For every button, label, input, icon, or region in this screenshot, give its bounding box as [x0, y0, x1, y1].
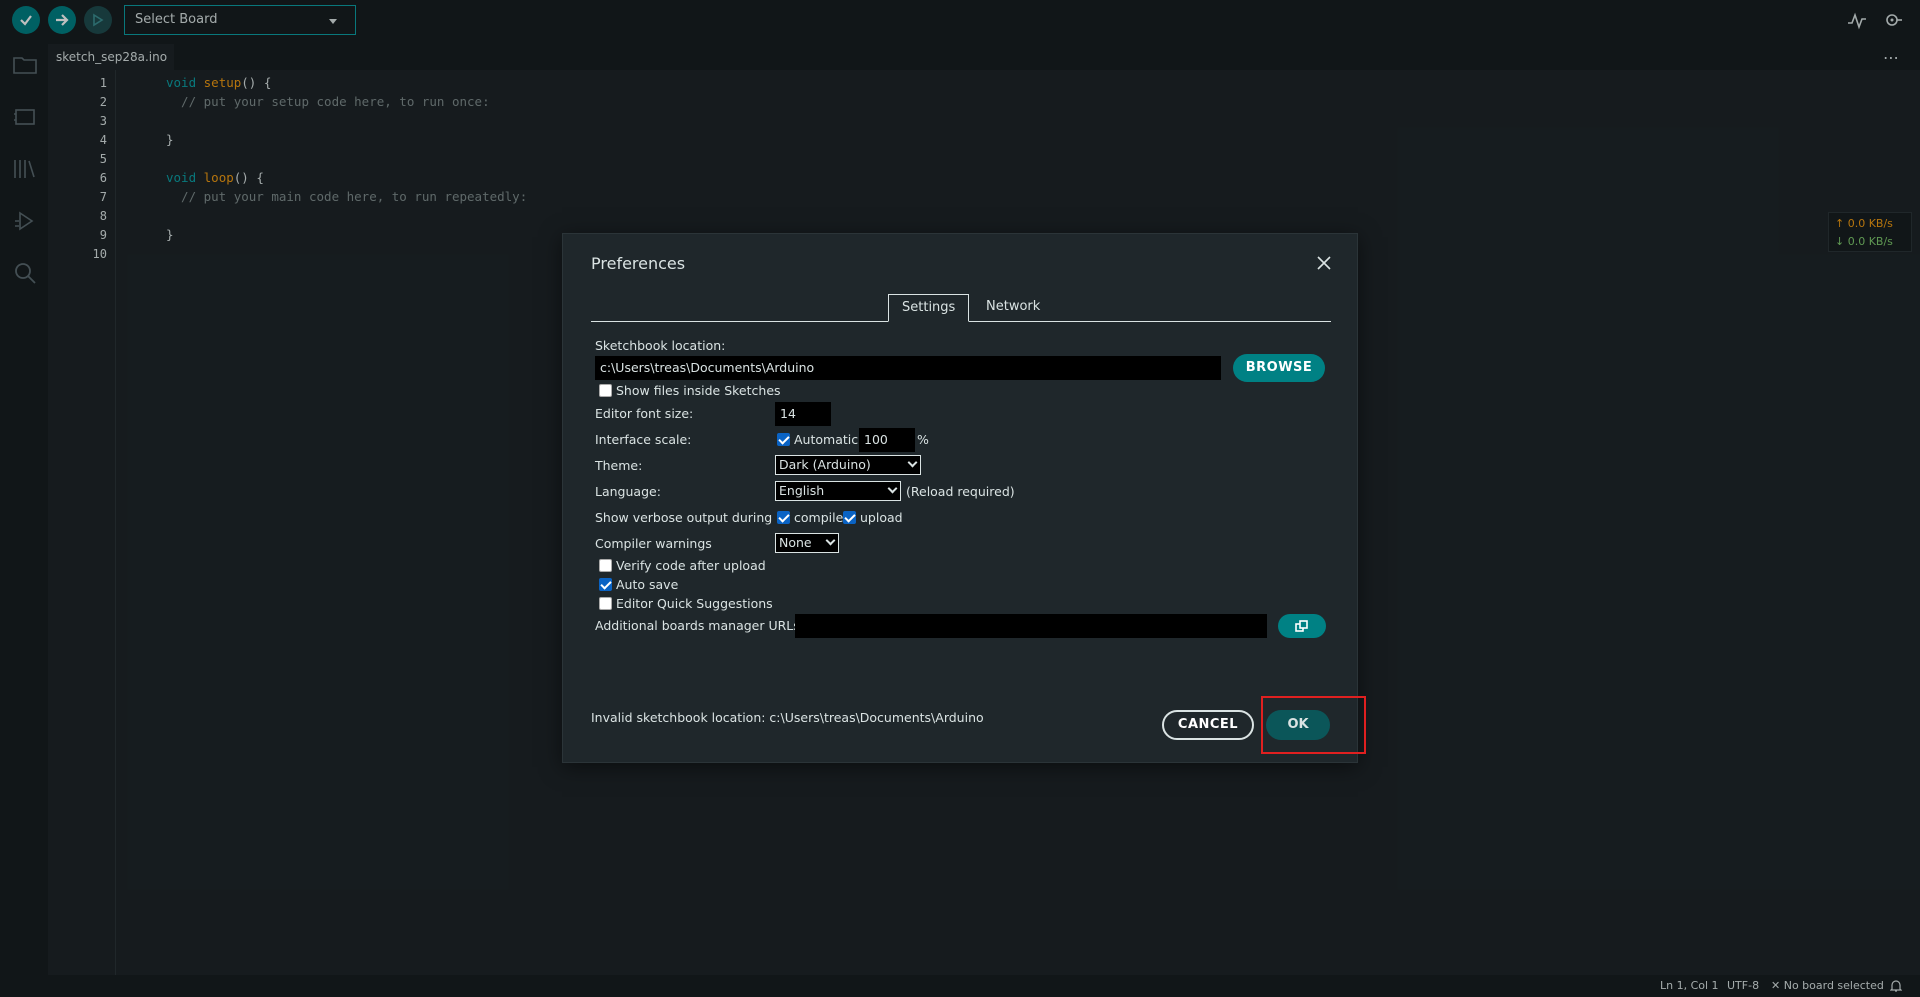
dialog-title: Preferences	[591, 254, 686, 273]
browse-button[interactable]: BROWSE	[1233, 354, 1325, 382]
language-select[interactable]: English	[775, 481, 901, 501]
quick-suggestions-checkbox[interactable]	[599, 597, 612, 610]
edit-urls-button[interactable]	[1278, 614, 1326, 638]
automatic-label: Automatic	[794, 432, 859, 447]
show-files-checkbox[interactable]	[599, 384, 612, 397]
auto-save-checkbox[interactable]	[599, 578, 612, 591]
show-files-label: Show files inside Sketches	[616, 383, 781, 398]
tab-settings[interactable]: Settings	[888, 294, 970, 322]
compiler-warnings-label: Compiler warnings	[595, 536, 712, 551]
compiler-warnings-select[interactable]: None	[775, 533, 839, 553]
compile-checkbox[interactable]	[777, 511, 790, 524]
language-label: Language:	[595, 484, 661, 499]
chevron-down-icon	[887, 483, 898, 494]
verify-after-upload-checkbox[interactable]	[599, 559, 612, 572]
theme-value: Dark (Arduino)	[779, 457, 871, 472]
upload-checkbox[interactable]	[843, 511, 856, 524]
tab-network[interactable]: Network	[973, 294, 1053, 322]
chevron-down-icon	[907, 457, 918, 468]
reload-note: (Reload required)	[906, 484, 1015, 499]
font-size-input[interactable]: 14	[775, 402, 831, 426]
percent-label: %	[917, 432, 929, 447]
theme-label: Theme:	[595, 458, 643, 473]
compile-label: compile	[794, 510, 844, 525]
scale-input[interactable]: 100	[859, 428, 915, 452]
language-value: English	[779, 483, 825, 498]
sketchbook-label: Sketchbook location:	[595, 338, 726, 353]
interface-scale-label: Interface scale:	[595, 432, 692, 447]
open-window-icon	[1295, 620, 1308, 632]
verify-after-upload-label: Verify code after upload	[616, 558, 766, 573]
close-icon[interactable]	[1315, 254, 1333, 272]
invalid-location-message: Invalid sketchbook location: c:\Users\tr…	[591, 710, 984, 725]
sketchbook-location-input[interactable]: c:\Users\treas\Documents\Arduino	[595, 356, 1221, 380]
automatic-scale-checkbox[interactable]	[777, 433, 790, 446]
compiler-warnings-value: None	[779, 535, 812, 550]
chevron-down-icon	[825, 535, 836, 546]
preferences-dialog: Preferences Settings Network Sketchbook …	[562, 233, 1358, 763]
cancel-button[interactable]: CANCEL	[1162, 710, 1254, 740]
upload-label: upload	[860, 510, 903, 525]
verbose-label: Show verbose output during	[595, 510, 773, 525]
auto-save-label: Auto save	[616, 577, 679, 592]
font-size-label: Editor font size:	[595, 406, 694, 421]
boards-urls-label: Additional boards manager URLs:	[595, 618, 804, 633]
quick-suggestions-label: Editor Quick Suggestions	[616, 596, 773, 611]
theme-select[interactable]: Dark (Arduino)	[775, 455, 921, 475]
highlight-box	[1261, 696, 1366, 754]
boards-urls-input[interactable]	[795, 614, 1267, 638]
